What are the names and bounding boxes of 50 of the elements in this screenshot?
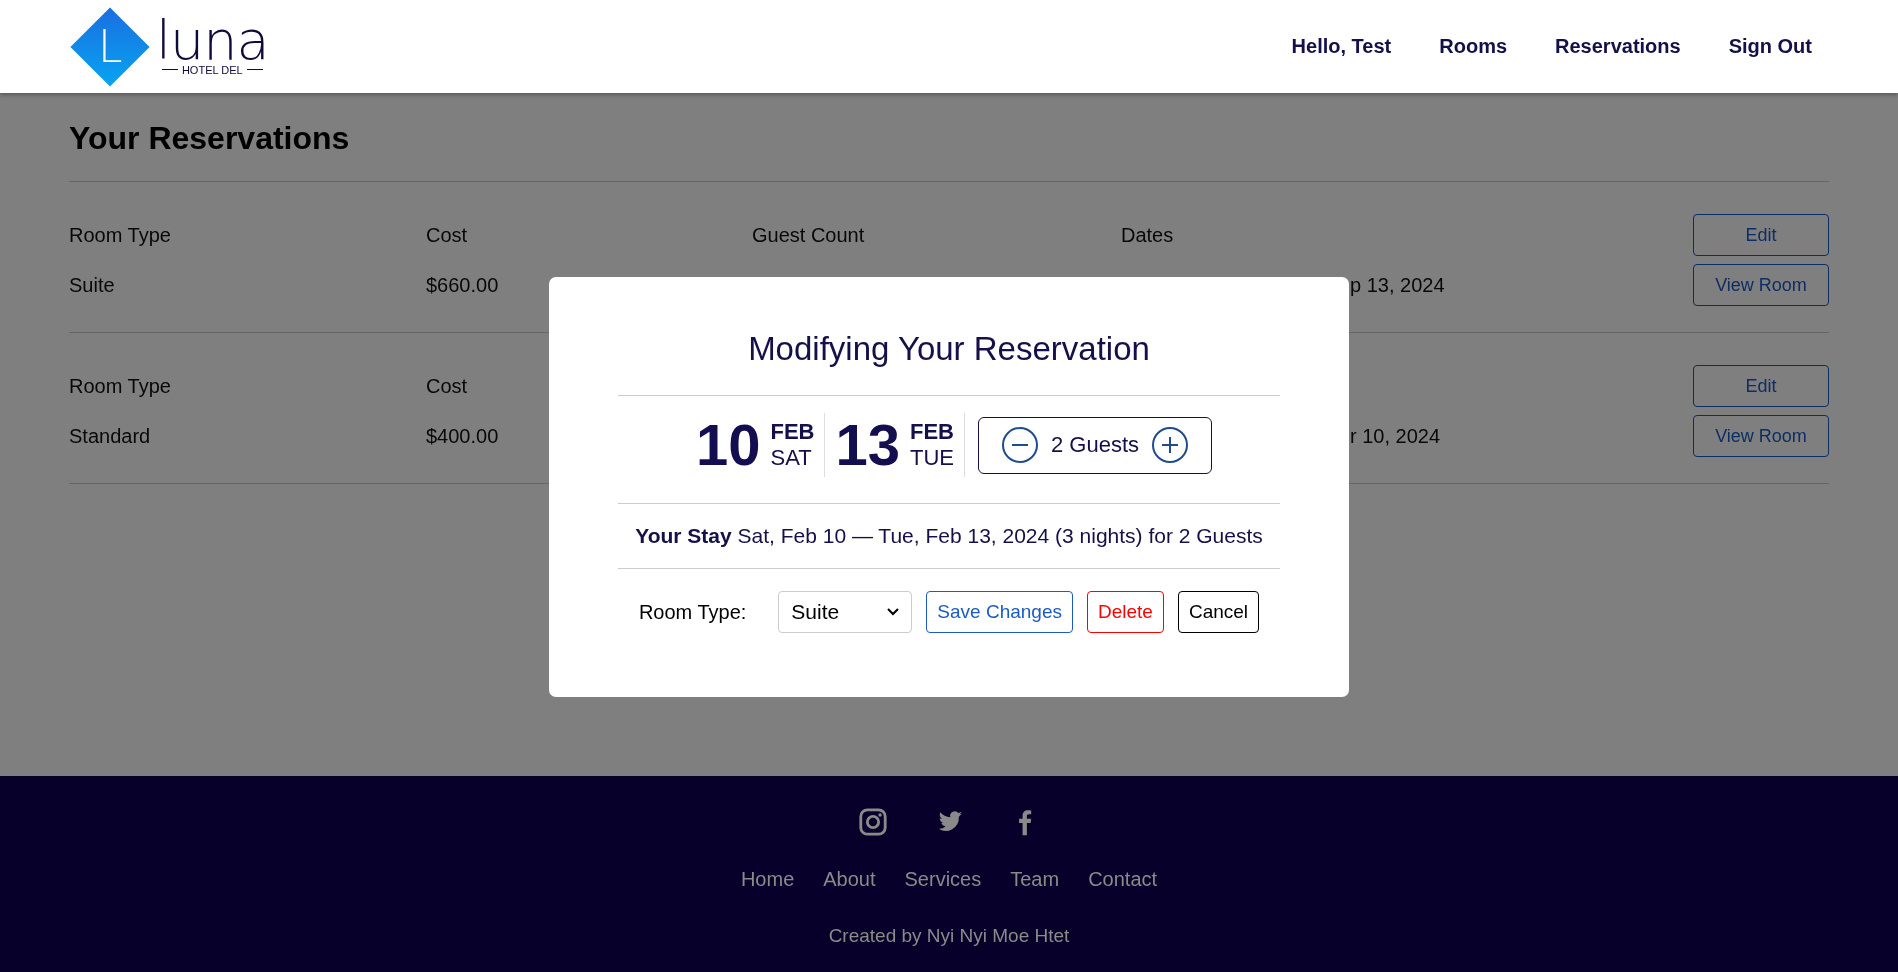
room-type-select[interactable]: Suite [778, 591, 913, 633]
view-room-button[interactable]: View Room [1693, 415, 1829, 457]
page-title: Your Reservations [69, 93, 1829, 182]
nav-link[interactable]: Hello, Test [1291, 35, 1392, 58]
footer-link[interactable]: Contact [1088, 868, 1158, 891]
footer-link[interactable]: Team [1010, 868, 1060, 891]
edit-button[interactable]: Edit [1693, 365, 1829, 407]
cell-value: r 10, 2024 [1350, 424, 1441, 447]
cell-value: Standard [69, 424, 151, 447]
cancel-button[interactable]: Cancel [1177, 591, 1260, 633]
column-label: Room Type [69, 223, 172, 247]
rule-icon [246, 69, 263, 70]
stay-summary: Your Stay Sat, Feb 10 — Tue, Feb 13, 2024 (3 nights) for 2 Guests [618, 504, 1280, 569]
column-label: Guest Count [752, 223, 866, 247]
plus-button[interactable] [1151, 426, 1190, 464]
delete-button[interactable]: Delete [1087, 591, 1164, 633]
field-label: Room Type: [638, 600, 747, 624]
logo-tagline: HOTEL DEL [181, 63, 243, 76]
nav-link[interactable]: Rooms [1439, 35, 1508, 58]
footer-link[interactable]: Home [740, 868, 795, 891]
date-month: FEB [910, 419, 954, 445]
minus-button[interactable] [1001, 426, 1039, 464]
nav-link[interactable]: Sign Out [1728, 35, 1812, 58]
footer-credit: Created by Nyi Nyi Moe Htet [828, 925, 1070, 947]
guest-stepper[interactable]: 2 Guests [978, 416, 1213, 474]
date-weekday: SAT [770, 445, 813, 471]
footer-link[interactable]: About [823, 868, 876, 891]
save-button[interactable]: Save Changes [926, 591, 1073, 633]
cell-value: $660.00 [426, 273, 499, 296]
footer-link[interactable]: Services [904, 868, 982, 891]
nav-link[interactable]: Reservations [1555, 35, 1681, 58]
date-day: 13 [835, 416, 900, 474]
column-label: Dates [1121, 223, 1175, 247]
date-month: FEB [770, 419, 815, 445]
cell-value: Suite [69, 273, 115, 296]
caret-icon [887, 608, 900, 616]
logo-name: luna [156, 17, 269, 64]
instagram-icon[interactable] [858, 807, 888, 837]
guest-count: 2 Guests [1051, 432, 1140, 458]
column-label: Cost [426, 374, 469, 398]
edit-button[interactable]: Edit [1693, 214, 1829, 256]
date-weekday: TUE [910, 445, 954, 471]
cell-value: $400.00 [426, 424, 499, 447]
rule-icon [161, 69, 178, 70]
date-day: 10 [695, 416, 761, 474]
modal-title: Modifying Your Reservation [618, 277, 1280, 396]
column-label: Cost [426, 223, 469, 247]
column-label: Room Type [69, 374, 172, 398]
cell-value: p 13, 2024 [1350, 273, 1445, 296]
view-room-button[interactable]: View Room [1693, 264, 1829, 306]
